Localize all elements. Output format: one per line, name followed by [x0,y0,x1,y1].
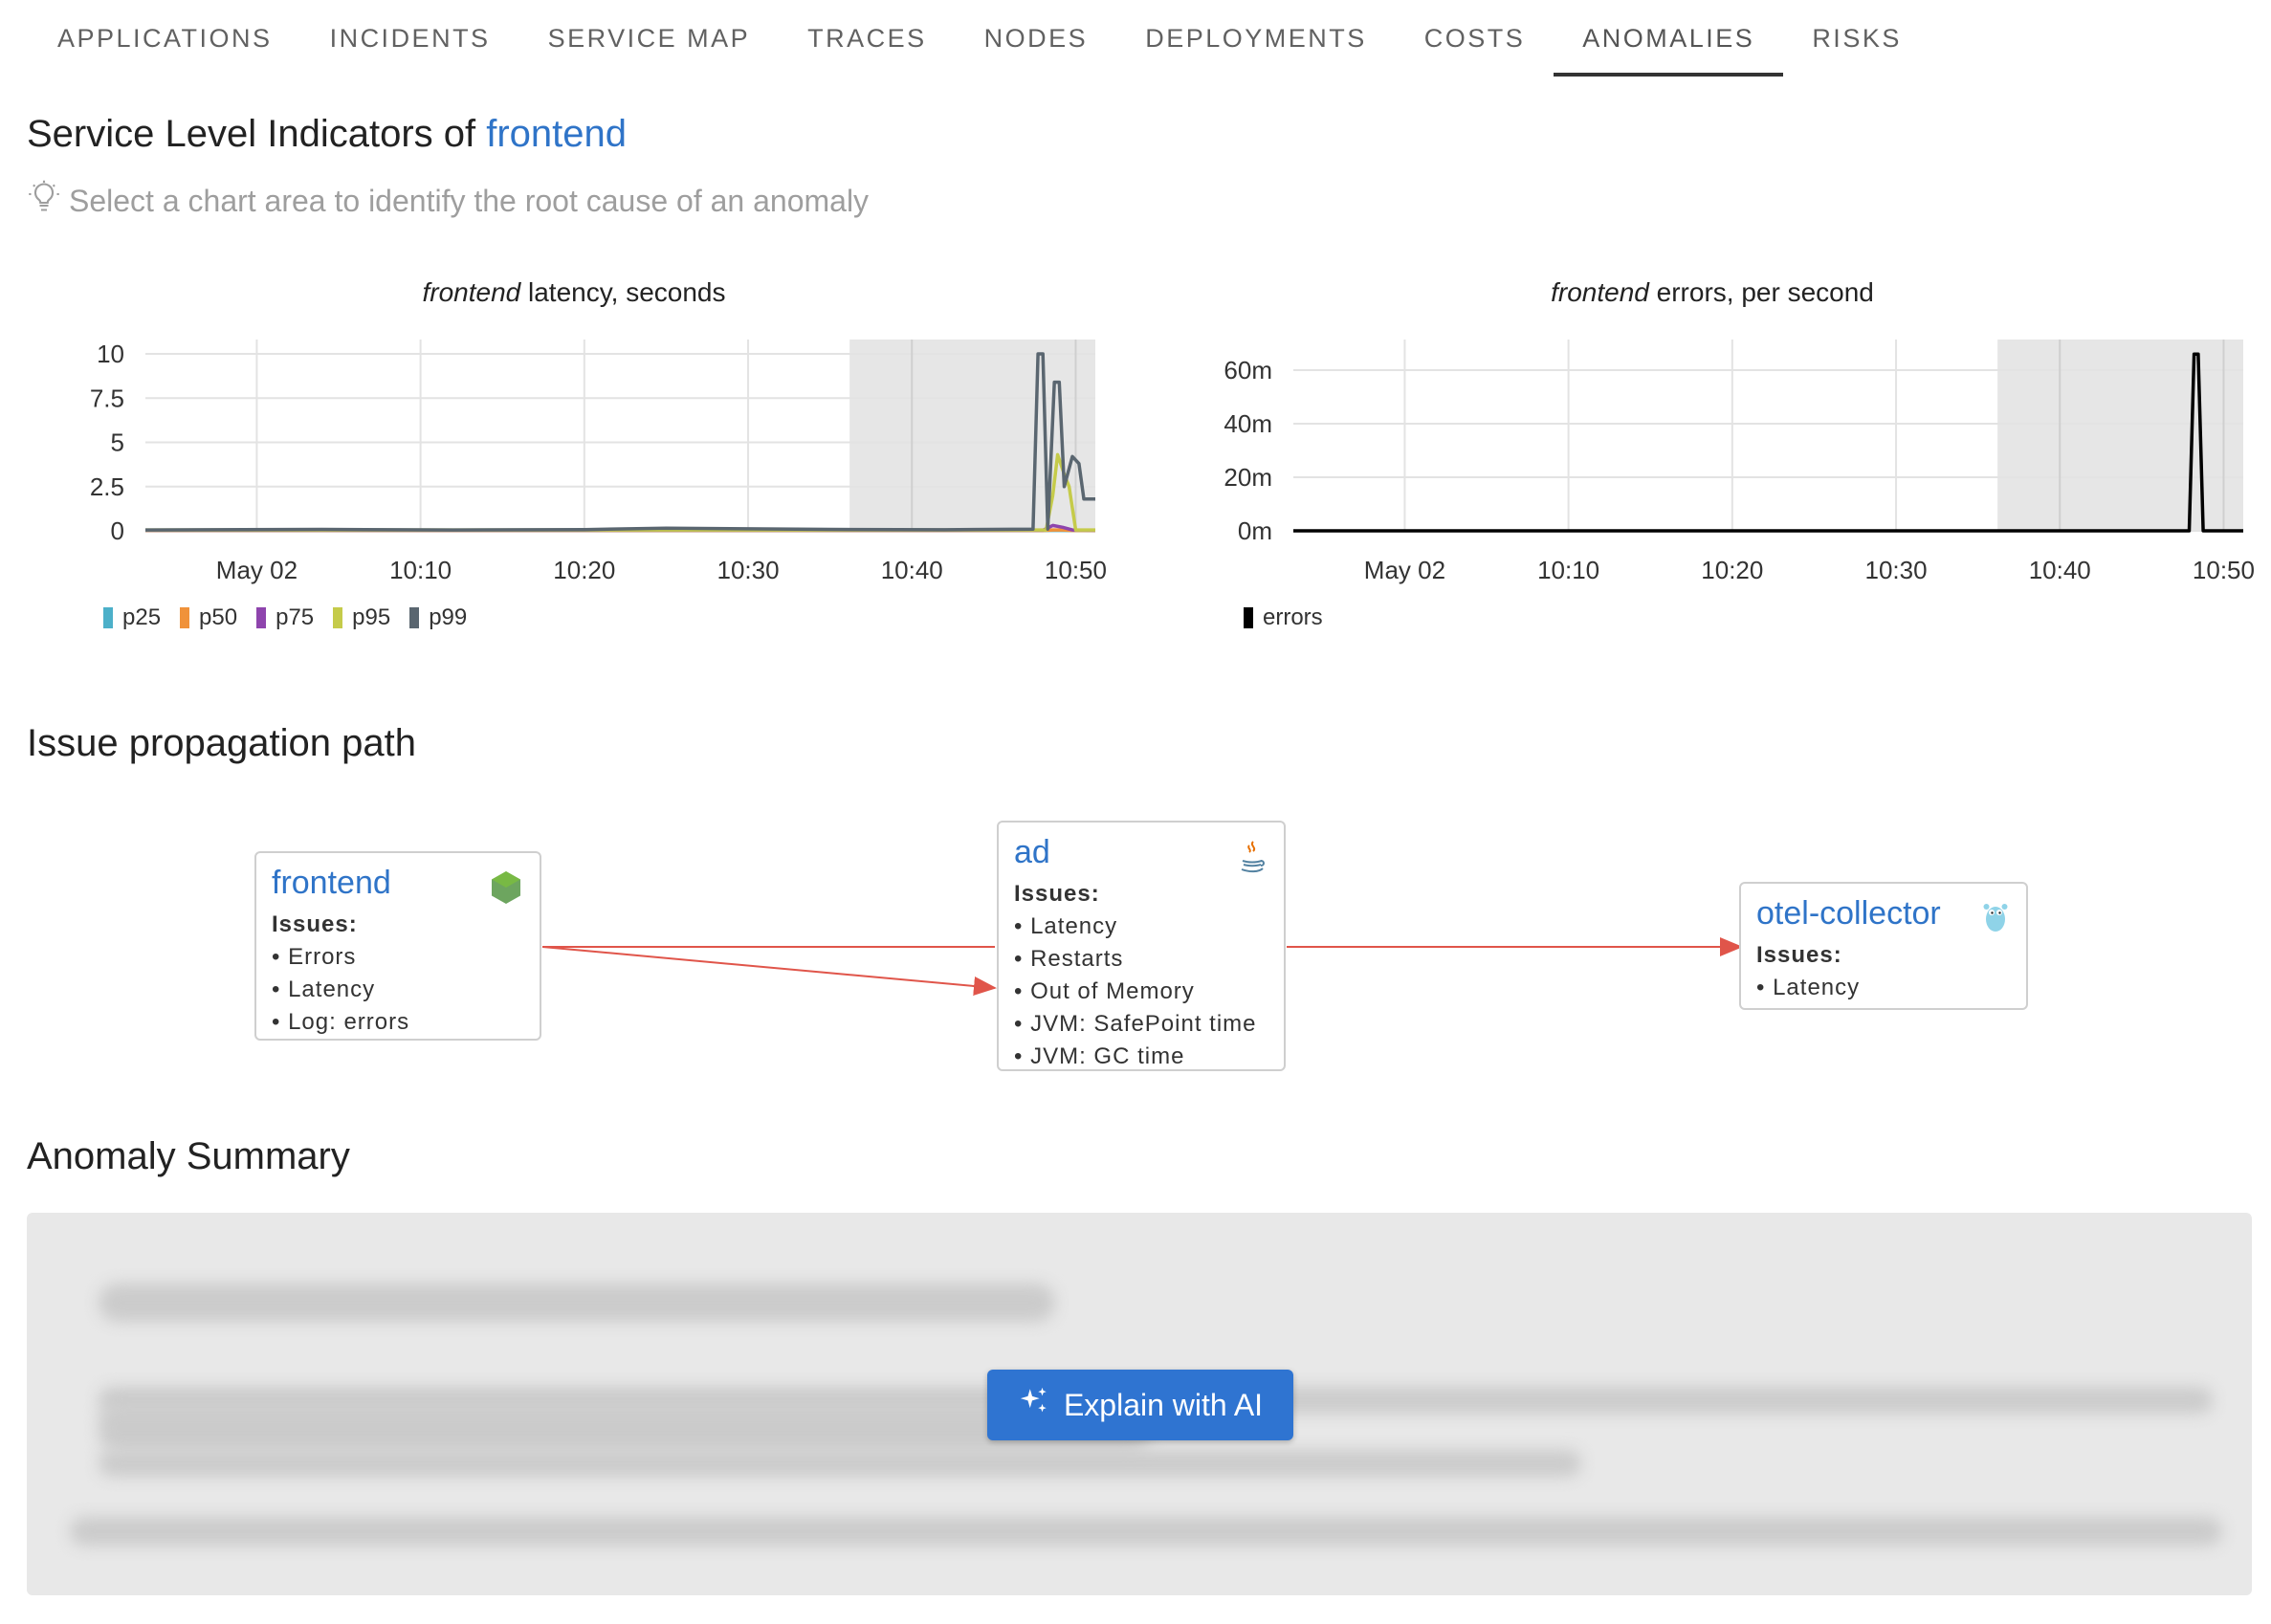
node-otel-collector[interactable]: otel-collector Issues: • Latency [1739,882,2028,1010]
x-tick-label: 10:30 [717,556,780,584]
node-ad-issue: • JVM: SafePoint time [1014,1011,1257,1037]
y-tick-label: 7.5 [90,384,124,412]
errors-chart-title-service: frontend [1551,277,1649,307]
x-tick-label: May 02 [1364,556,1445,584]
tab-nodes[interactable]: NODES [956,0,1117,75]
selection-area[interactable] [849,340,1095,531]
tab-applications[interactable]: APPLICATIONS [29,0,301,75]
hint-text: Select a chart area to identify the root… [69,183,870,218]
latency-chart-title-rest: latency, seconds [528,277,726,307]
node-frontend-issue: • Errors [272,944,357,970]
x-tick-label: 10:30 [1865,556,1928,584]
legend-swatch [103,607,113,628]
node-otel-collector-name[interactable]: otel-collector [1756,895,2011,933]
tab-risks[interactable]: RISKS [1783,0,1930,75]
tab-traces[interactable]: TRACES [779,0,956,75]
node-ad-issue: • Out of Memory [1014,978,1195,1004]
x-tick-label: 10:20 [553,556,615,584]
y-tick-label: 20m [1224,463,1272,492]
node-otel-collector-issues-label: Issues: [1756,942,1842,968]
y-tick-label: 10 [97,340,124,368]
node-frontend-issue: • Latency [272,977,376,1002]
nodejs-icon [490,870,522,910]
legend-swatch [409,607,420,628]
legend-swatch [256,607,267,628]
propagation-title: Issue propagation path [27,722,416,764]
x-tick-label: 10:10 [389,556,452,584]
legend-item-errors[interactable]: errors [1244,604,1323,631]
sparkles-icon [1018,1385,1050,1425]
errors-chart-title-rest: errors, per second [1656,277,1874,307]
blurred-text-line [99,1450,1581,1477]
y-tick-label: 0 [111,516,124,545]
summary-title: Anomaly Summary [27,1135,350,1177]
errors-chart-title: frontend errors, per second [1272,277,2152,308]
latency-chart-title: frontend latency, seconds [134,277,1014,308]
errors-chart-legend: errors [1244,604,1323,631]
legend-swatch [333,607,343,628]
tab-deployments[interactable]: DEPLOYMENTS [1116,0,1396,75]
x-tick-label: 10:50 [1045,556,1107,584]
legend-swatch [1244,607,1253,628]
latency-chart[interactable]: 10 7.5 5 2.5 0 May 02 10:10 10:20 10:30 10:40 10:5… [38,330,1167,598]
legend-label: p25 [122,604,162,630]
service-link[interactable]: frontend [486,113,627,155]
y-tick-label: 40m [1224,409,1272,438]
page-title-prefix: Service Level Indicators of [27,113,476,155]
legend-item-p95[interactable]: p95 [333,604,390,631]
latency-chart-title-service: frontend [422,277,521,307]
y-tick-label: 0m [1238,516,1272,545]
node-otel-collector-issue: • Latency [1756,975,1861,1000]
node-ad-issue: • JVM: GC time [1014,1043,1185,1069]
tab-incidents[interactable]: INCIDENTS [301,0,519,75]
x-tick-label: May 02 [216,556,298,584]
node-frontend[interactable]: frontend Issues: • Errors • Latency • Lo… [254,851,541,1041]
node-frontend-issue: • Log: errors [272,1009,410,1035]
y-tick-label: 2.5 [90,472,124,501]
explain-with-ai-label: Explain with AI [1063,1387,1264,1422]
legend-swatch [180,607,190,628]
x-tick-label: 10:40 [2029,556,2091,584]
x-tick-label: 10:10 [1537,556,1599,584]
x-tick-label: 10:50 [2193,556,2255,584]
java-icon [1238,840,1267,879]
legend-label: p50 [199,604,238,630]
blurred-text-line [70,1517,2222,1546]
selection-area[interactable] [1997,340,2243,531]
x-tick-label: 10:20 [1701,556,1763,584]
tab-service-map[interactable]: SERVICE MAP [519,0,780,75]
explain-with-ai-button[interactable]: Explain with AI [987,1370,1293,1440]
errors-chart[interactable]: 60m 40m 20m 0m May 02 10:10 10:20 10:30 10:40 10:… [1186,330,2267,598]
lightbulb-icon [27,180,61,222]
nav-tabs: APPLICATIONS INCIDENTS SERVICE MAP TRACE… [29,0,1930,77]
edge-frontend-ad-arrow [541,946,997,996]
node-ad-issues-label: Issues: [1014,881,1100,907]
node-frontend-name[interactable]: frontend [272,865,524,902]
legend-item-p99[interactable]: p99 [409,604,467,631]
latency-chart-legend: p25 p50 p75 p95 p99 [103,604,467,631]
y-tick-label: 5 [111,428,124,457]
go-gopher-icon [1982,901,2009,938]
tab-anomalies[interactable]: ANOMALIES [1554,0,1784,77]
legend-label: p95 [352,604,391,630]
legend-label: errors [1263,604,1323,630]
page-title: Service Level Indicators of frontend [27,113,627,156]
hint: Select a chart area to identify the root… [27,180,869,222]
y-tick-label: 60m [1224,356,1272,384]
node-ad-name[interactable]: ad [1014,834,1268,871]
blurred-text-line [99,1284,1055,1322]
node-frontend-issues-label: Issues: [272,911,358,937]
legend-item-p25[interactable]: p25 [103,604,161,631]
legend-label: p75 [276,604,315,630]
x-tick-label: 10:40 [881,556,943,584]
tab-costs[interactable]: COSTS [1396,0,1554,75]
node-ad[interactable]: ad Issues: • Latency • Restarts • Out of… [997,821,1286,1071]
legend-label: p99 [429,604,468,630]
legend-item-p50[interactable]: p50 [180,604,237,631]
node-ad-issue: • Latency [1014,913,1118,939]
legend-item-p75[interactable]: p75 [256,604,314,631]
node-ad-issue: • Restarts [1014,946,1124,972]
